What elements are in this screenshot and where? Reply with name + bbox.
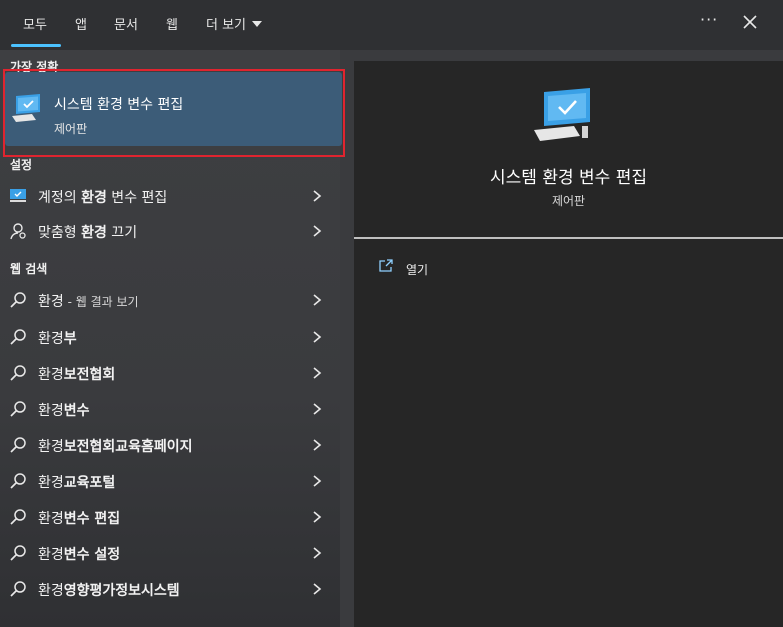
search-icon bbox=[10, 329, 26, 345]
web-result-item[interactable]: 환경보전협회 bbox=[0, 356, 340, 390]
web-result-label: 환경변수 bbox=[38, 403, 90, 419]
tab-apps[interactable]: 앱 bbox=[75, 14, 87, 33]
web-search-heading: 웹 검색 bbox=[10, 262, 48, 276]
chevron-right-icon bbox=[313, 225, 322, 237]
chevron-right-icon bbox=[313, 190, 322, 202]
web-result-label: 환경영향평가정보시스템 bbox=[38, 583, 180, 599]
search-icon bbox=[10, 437, 26, 453]
more-options-icon[interactable]: ··· bbox=[700, 10, 718, 29]
web-result-item[interactable]: 환경영향평가정보시스템 bbox=[0, 572, 340, 606]
web-result-label: 환경보전협회교육홈페이지 bbox=[38, 439, 193, 455]
search-icon bbox=[10, 509, 26, 525]
tab-documents[interactable]: 문서 bbox=[114, 14, 138, 33]
web-result-item[interactable]: 환경부 bbox=[0, 320, 340, 354]
web-result-item[interactable]: 환경 - 웹 결과 보기 bbox=[0, 283, 340, 317]
divider bbox=[354, 237, 783, 239]
web-result-item[interactable]: 환경교육포털 bbox=[0, 464, 340, 498]
active-tab-indicator bbox=[11, 44, 61, 47]
tab-more[interactable]: 더 보기 bbox=[206, 14, 263, 33]
web-result-item[interactable]: 환경보전협회교육홈페이지 bbox=[0, 428, 340, 462]
web-result-label: 환경변수 설정 bbox=[38, 547, 121, 563]
chevron-right-icon bbox=[313, 403, 322, 415]
search-icon bbox=[10, 292, 26, 308]
chevron-right-icon bbox=[313, 367, 322, 379]
preview-subtitle: 제어판 bbox=[551, 194, 586, 208]
close-icon[interactable] bbox=[740, 12, 760, 32]
web-result-label: 환경교육포털 bbox=[38, 475, 116, 491]
web-result-label: 환경변수 편집 bbox=[38, 511, 121, 527]
open-button[interactable]: 열기 bbox=[374, 257, 574, 281]
chevron-right-icon bbox=[313, 511, 322, 523]
preview-title: 시스템 환경 변수 편집 bbox=[490, 168, 647, 188]
chevron-right-icon bbox=[313, 439, 322, 451]
search-icon bbox=[10, 581, 26, 597]
person-settings-icon bbox=[10, 223, 26, 240]
chevron-right-icon bbox=[313, 294, 322, 306]
best-match-subtitle: 제어판 bbox=[54, 122, 88, 136]
chevron-right-icon bbox=[313, 547, 322, 559]
best-match-title: 시스템 환경 변수 편집 bbox=[54, 97, 184, 113]
search-icon bbox=[10, 545, 26, 561]
web-result-label: 환경부 bbox=[38, 331, 77, 347]
web-result-label: 환경 - 웹 결과 보기 bbox=[38, 294, 139, 310]
search-icon bbox=[10, 401, 26, 417]
top-bar: 모두 앱 문서 웹 더 보기 ··· bbox=[0, 0, 783, 50]
tab-all[interactable]: 모두 bbox=[23, 14, 47, 33]
monitor-check-icon bbox=[534, 88, 590, 141]
settings-item-label: 계정의 환경 변수 편집 bbox=[38, 190, 168, 206]
monitor-icon bbox=[10, 189, 26, 202]
settings-item-edit-account-env[interactable]: 계정의 환경 변수 편집 bbox=[0, 179, 340, 213]
web-result-item[interactable]: 환경변수 bbox=[0, 392, 340, 426]
settings-heading: 설정 bbox=[10, 158, 33, 172]
tab-more-label: 더 보기 bbox=[206, 18, 247, 33]
chevron-right-icon bbox=[313, 583, 322, 595]
web-result-item[interactable]: 환경변수 설정 bbox=[0, 536, 340, 570]
web-result-label: 환경보전협회 bbox=[38, 367, 116, 383]
chevron-right-icon bbox=[313, 331, 322, 343]
settings-item-tailored-env-off[interactable]: 맞춤형 환경 끄기 bbox=[0, 214, 340, 248]
web-result-item[interactable]: 환경변수 편집 bbox=[0, 500, 340, 534]
settings-item-label: 맞춤형 환경 끄기 bbox=[38, 225, 138, 241]
search-icon bbox=[10, 473, 26, 489]
monitor-check-icon bbox=[12, 94, 40, 122]
tab-web[interactable]: 웹 bbox=[166, 14, 178, 33]
open-label: 열기 bbox=[406, 263, 429, 277]
chevron-down-icon bbox=[252, 20, 263, 27]
search-icon bbox=[10, 365, 26, 381]
chevron-right-icon bbox=[313, 475, 322, 487]
open-external-icon bbox=[379, 259, 393, 272]
preview-pane: 시스템 환경 변수 편집 제어판 열기 bbox=[354, 61, 783, 627]
